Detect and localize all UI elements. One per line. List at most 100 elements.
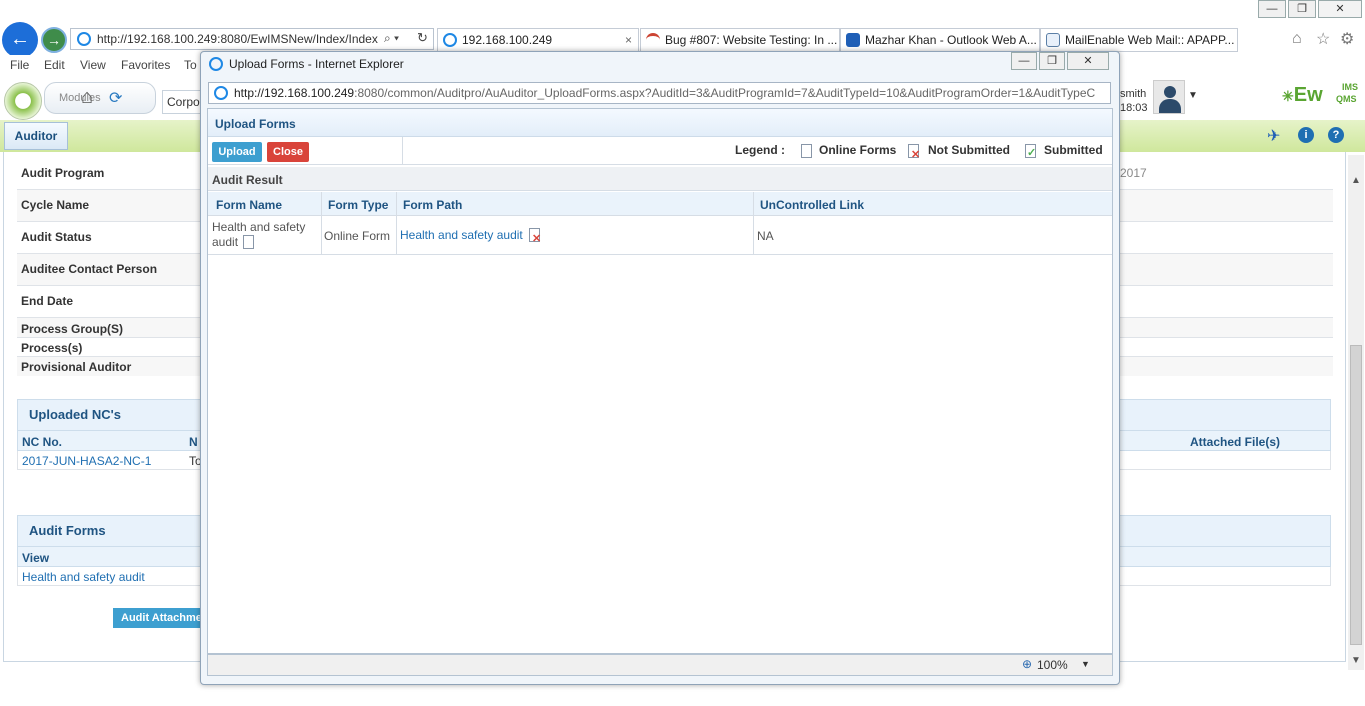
back-button[interactable]: ← <box>2 22 38 58</box>
popup-heading-bar <box>208 109 1112 137</box>
modules-label: Modules <box>59 92 101 104</box>
tab-label: 192.168.100.249 <box>462 33 553 47</box>
zoom-level[interactable]: 100% <box>1037 658 1068 672</box>
field-label: Audit Status <box>21 230 92 244</box>
field-label: End Date <box>21 294 74 308</box>
brand-logo-sub: QMS <box>1336 94 1357 104</box>
user-menu-caret-icon[interactable]: ▼ <box>1188 90 1198 101</box>
modules-pill[interactable]: Modules ⌂ ⟳ <box>44 82 156 114</box>
tab-close-icon[interactable]: × <box>625 29 632 51</box>
popup-status-bar <box>207 654 1113 676</box>
legend-not-submitted: Not Submitted <box>928 143 1010 157</box>
menu-file[interactable]: File <box>10 58 29 72</box>
col-uncontrolled-link: UnControlled Link <box>760 198 864 212</box>
refresh-icon[interactable]: ↻ <box>417 30 428 46</box>
browser-titlebar: — ❐ ✕ <box>0 0 1365 26</box>
online-form-icon <box>801 144 812 158</box>
legend-online-forms: Online Forms <box>819 143 897 157</box>
session-time: 18:03 <box>1120 102 1148 114</box>
popup-close-window-button[interactable]: ✕ <box>1067 52 1109 70</box>
nc-link[interactable]: 2017-JUN-HASA2-NC-1 <box>22 454 151 468</box>
redmine-icon <box>646 33 660 47</box>
refresh-app-icon[interactable]: ⟳ <box>109 88 122 108</box>
col-form-path: Form Path <box>403 198 463 212</box>
favorites-star-icon[interactable]: ☆ <box>1316 29 1330 49</box>
col-attached-files: Attached File(s) <box>1190 435 1281 449</box>
avatar[interactable] <box>1153 80 1185 114</box>
minimize-button[interactable]: — <box>1258 0 1286 18</box>
toolbar-divider <box>402 137 403 165</box>
ie-tab-icon <box>443 33 457 47</box>
audit-result-title: Audit Result <box>212 173 283 187</box>
brand-logo-sup: IMS <box>1342 82 1359 92</box>
popup-minimize-button[interactable]: — <box>1011 52 1037 70</box>
scroll-up-icon[interactable]: ▲ <box>1351 175 1361 186</box>
menu-edit[interactable]: Edit <box>44 58 65 72</box>
close-button[interactable]: Close <box>267 142 309 162</box>
settings-gear-icon[interactable]: ⚙ <box>1340 29 1354 49</box>
form-path-link[interactable]: Health and safety audit <box>400 228 523 242</box>
help-icon[interactable]: ? <box>1328 127 1344 143</box>
maximize-button[interactable]: ❐ <box>1288 0 1316 18</box>
corporate-selector[interactable]: Corpo <box>162 90 202 114</box>
tab-label: Mazhar Khan - Outlook Web A... <box>865 33 1037 47</box>
tab-label: Bug #807: Website Testing: In ... <box>665 33 838 47</box>
field-label: Audit Program <box>21 166 105 180</box>
tab-ip[interactable]: 192.168.100.249 × <box>437 28 639 52</box>
tab-mail[interactable]: MailEnable Web Mail:: APAPP... <box>1040 28 1238 52</box>
form-type-cell: Online Form <box>324 229 391 243</box>
popup-address-bar[interactable]: http://192.168.100.249:8080/common/Audit… <box>208 82 1111 104</box>
home-app-icon[interactable]: ⌂ <box>81 86 93 109</box>
brand-star-icon: ✳ <box>1282 88 1294 104</box>
tab-auditor[interactable]: Auditor <box>4 122 68 150</box>
audit-result-bar <box>208 167 1112 191</box>
field-label: Provisional Auditor <box>21 360 132 374</box>
legend-label: Legend : <box>735 143 785 157</box>
forward-button[interactable]: → <box>41 27 67 53</box>
ie-window-icon <box>209 57 223 71</box>
address-url: http://192.168.100.249:8080/EwIMSNew/Ind… <box>97 32 378 46</box>
zoom-icon[interactable]: ⊕ <box>1022 657 1032 671</box>
col-n: N <box>189 435 198 449</box>
not-submitted-icon[interactable]: ✕ <box>529 228 541 245</box>
tab-bug[interactable]: Bug #807: Website Testing: In ... <box>640 28 840 52</box>
address-bar[interactable]: http://192.168.100.249:8080/EwIMSNew/Ind… <box>70 28 434 50</box>
popup-maximize-button[interactable]: ❐ <box>1039 52 1065 70</box>
audit-form-link[interactable]: Health and safety audit <box>22 570 145 584</box>
ie-page-icon <box>77 32 91 46</box>
page-scrollbar[interactable]: ▲ ▼ <box>1348 155 1364 670</box>
menu-view[interactable]: View <box>80 58 106 72</box>
col-form-type: Form Type <box>328 198 389 212</box>
not-submitted-icon: ✕ <box>908 144 920 161</box>
menu-favorites[interactable]: Favorites <box>121 58 170 72</box>
mail-icon <box>1046 33 1060 47</box>
ie-page-icon <box>214 86 228 100</box>
popup-url-path: :8080/common/Auditpro/AuAuditor_UploadFo… <box>354 86 1096 100</box>
audit-attachments-button[interactable]: Audit Attachme <box>113 608 203 628</box>
field-label: Process Group(S) <box>21 322 124 336</box>
popup-heading: Upload Forms <box>215 117 296 131</box>
scroll-down-icon[interactable]: ▼ <box>1351 655 1361 666</box>
outlook-icon <box>846 33 860 47</box>
popup-window-title: Upload Forms - Internet Explorer <box>229 57 404 71</box>
brand-logo: ✳Ew IMS QMS <box>1282 82 1358 107</box>
uncontrolled-link-cell: NA <box>757 229 774 243</box>
menu-tools[interactable]: To <box>184 58 197 72</box>
close-window-button[interactable]: ✕ <box>1318 0 1362 18</box>
home-icon[interactable]: ⌂ <box>1292 30 1302 48</box>
pin-icon[interactable]: ✈ <box>1267 126 1280 146</box>
upload-button[interactable]: Upload <box>212 142 262 162</box>
popup-url-host: http://192.168.100.249 <box>234 86 355 100</box>
online-form-icon <box>243 235 254 249</box>
brand-logo-text: Ew <box>1293 84 1323 106</box>
field-label: Auditee Contact Person <box>21 262 158 276</box>
scroll-thumb[interactable] <box>1350 345 1362 645</box>
user-name: smith <box>1120 88 1147 100</box>
search-icon[interactable]: ⌕ ▾ <box>384 31 399 46</box>
col-view: View <box>22 551 50 565</box>
submitted-icon: ✓ <box>1025 144 1036 159</box>
info-icon[interactable]: i <box>1298 127 1314 143</box>
tab-outlook[interactable]: Mazhar Khan - Outlook Web A... <box>840 28 1040 52</box>
app-logo-icon[interactable] <box>4 82 42 120</box>
zoom-dropdown-icon[interactable]: ▼ <box>1081 659 1090 669</box>
